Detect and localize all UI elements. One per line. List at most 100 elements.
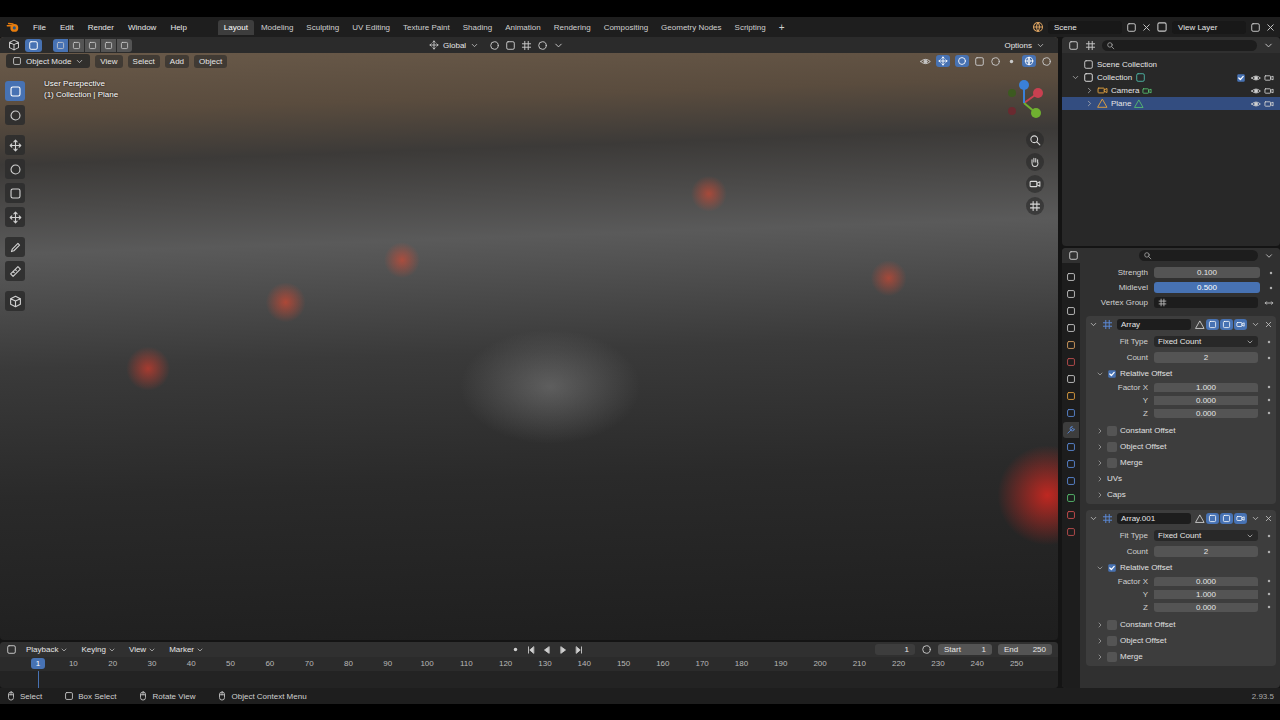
number-field[interactable]: 0.000 xyxy=(1154,603,1258,612)
modifier-expand-toggle[interactable] xyxy=(1089,514,1098,523)
number-field[interactable]: 0.000 xyxy=(1154,577,1258,586)
outliner-row[interactable]: Collection xyxy=(1062,71,1280,84)
blender-logo[interactable] xyxy=(4,20,24,34)
subpanel-header[interactable]: Constant Offset xyxy=(1086,617,1276,632)
modifier-name-field[interactable]: Array.001 xyxy=(1117,513,1191,524)
menu-item[interactable]: Render xyxy=(83,21,119,34)
properties-tab[interactable] xyxy=(1063,337,1079,353)
subpanel-header[interactable]: Merge xyxy=(1086,455,1276,470)
menu-item[interactable]: Help xyxy=(165,21,191,34)
viewport-menu[interactable]: Add xyxy=(165,55,189,68)
pan-button[interactable] xyxy=(1026,153,1044,171)
subpanel-checkbox[interactable] xyxy=(1107,620,1117,630)
timeline-menu[interactable]: Marker xyxy=(165,645,208,654)
subpanel-toggle[interactable] xyxy=(1096,653,1104,661)
jump-end-button[interactable] xyxy=(572,643,586,657)
keyframe-decorator[interactable] xyxy=(1264,354,1274,362)
keyframe-decorator[interactable] xyxy=(1264,396,1274,404)
select-mode-button[interactable] xyxy=(69,39,84,52)
properties-tab[interactable] xyxy=(1063,303,1079,319)
workspace-tab[interactable]: Compositing xyxy=(598,20,654,35)
properties-tab[interactable] xyxy=(1063,439,1079,455)
number-field[interactable]: 1.000 xyxy=(1154,383,1258,392)
properties-tab[interactable] xyxy=(1063,490,1079,506)
material-shading[interactable] xyxy=(1022,55,1036,67)
subpanel-header[interactable]: Object Offset xyxy=(1086,439,1276,454)
subpanel-checkbox[interactable] xyxy=(1107,426,1117,436)
tool-button[interactable] xyxy=(5,261,25,281)
keyframe-decorator[interactable] xyxy=(1264,603,1274,611)
play-reverse-button[interactable] xyxy=(540,643,554,657)
properties-tab[interactable] xyxy=(1063,507,1079,523)
viewport-toggle[interactable] xyxy=(1220,319,1233,330)
viewport-toggle[interactable] xyxy=(1220,513,1233,524)
timeline-menu[interactable]: View xyxy=(125,645,160,654)
properties-tab[interactable] xyxy=(1063,371,1079,387)
remove-modifier-button[interactable] xyxy=(1264,514,1273,523)
camera-view-button[interactable] xyxy=(1026,175,1044,193)
keyframe-decorator[interactable] xyxy=(1264,383,1274,391)
subpanel-header[interactable]: Relative Offset xyxy=(1086,366,1276,381)
expand-toggle[interactable] xyxy=(1084,99,1094,108)
select-mode-button[interactable] xyxy=(85,39,100,52)
subpanel-toggle[interactable] xyxy=(1096,475,1104,483)
workspace-tab[interactable]: Rendering xyxy=(548,20,597,35)
gizmo-toggle[interactable] xyxy=(936,55,950,67)
options-dropdown[interactable]: Options xyxy=(999,40,1050,51)
outliner-row[interactable]: Camera xyxy=(1062,84,1280,97)
dropdown-field[interactable]: Fixed Count xyxy=(1154,530,1258,541)
timeline-track[interactable] xyxy=(0,671,1058,688)
start-frame-field[interactable]: Start1 xyxy=(938,644,992,655)
menu-item[interactable]: File xyxy=(28,21,51,34)
overlay-toggle[interactable] xyxy=(955,55,969,67)
mode-dropdown[interactable]: Object Mode xyxy=(6,54,90,68)
render-toggle[interactable] xyxy=(1234,319,1247,330)
number-field[interactable]: 1.000 xyxy=(1154,590,1258,599)
workspace-tab[interactable]: Layout xyxy=(218,20,254,35)
subpanel-header[interactable]: Object Offset xyxy=(1086,633,1276,648)
properties-tab[interactable] xyxy=(1063,286,1079,302)
subpanel-header[interactable]: Constant Offset xyxy=(1086,423,1276,438)
view-layer-field[interactable]: View Layer xyxy=(1172,21,1246,34)
subpanel-toggle[interactable] xyxy=(1096,621,1104,629)
subpanel-checkbox[interactable] xyxy=(1107,458,1117,468)
workspace-tab[interactable]: UV Editing xyxy=(346,20,396,35)
record-button[interactable] xyxy=(508,643,522,657)
remove-modifier-button[interactable] xyxy=(1264,320,1273,329)
properties-tab[interactable] xyxy=(1063,320,1079,336)
ortho-toggle[interactable] xyxy=(1026,197,1044,215)
subpanel-toggle[interactable] xyxy=(1096,637,1104,645)
workspace-tab[interactable]: Animation xyxy=(499,20,547,35)
subpanel-checkbox[interactable] xyxy=(1107,442,1117,452)
subpanel-header[interactable]: Relative Offset xyxy=(1086,560,1276,575)
tool-button[interactable] xyxy=(5,183,25,203)
properties-tab[interactable] xyxy=(1063,473,1079,489)
tool-button[interactable] xyxy=(5,207,25,227)
tool-button[interactable] xyxy=(5,81,25,101)
properties-tab[interactable] xyxy=(1063,269,1079,285)
subpanel-toggle[interactable] xyxy=(1096,564,1104,572)
render-toggle[interactable] xyxy=(1234,513,1247,524)
modifier-expand-toggle[interactable] xyxy=(1089,320,1098,329)
subpanel-checkbox[interactable] xyxy=(1107,636,1117,646)
subpanel-toggle[interactable] xyxy=(1096,491,1104,499)
orientation-dropdown[interactable]: Global xyxy=(424,39,484,51)
expand-toggle[interactable] xyxy=(1070,73,1080,82)
add-workspace-button[interactable]: + xyxy=(773,20,791,35)
workspace-tab[interactable]: Texture Paint xyxy=(397,20,456,35)
modifier-name-field[interactable]: Array xyxy=(1117,319,1191,330)
keyframe-decorator[interactable] xyxy=(1264,532,1274,540)
tool-button[interactable] xyxy=(5,105,25,125)
viewport-menu[interactable]: View xyxy=(95,55,122,68)
workspace-tab[interactable]: Modeling xyxy=(255,20,299,35)
tool-button[interactable] xyxy=(5,237,25,257)
workspace-tab[interactable]: Geometry Nodes xyxy=(655,20,727,35)
subpanel-toggle[interactable] xyxy=(1096,427,1104,435)
number-field[interactable]: 2 xyxy=(1154,352,1258,363)
subpanel-header[interactable]: UVs xyxy=(1086,471,1276,486)
tool-button[interactable] xyxy=(5,135,25,155)
subpanel-checkbox[interactable] xyxy=(1107,369,1117,379)
play-button[interactable] xyxy=(556,643,570,657)
expand-toggle[interactable] xyxy=(1084,86,1094,95)
tool-button[interactable] xyxy=(5,291,25,311)
